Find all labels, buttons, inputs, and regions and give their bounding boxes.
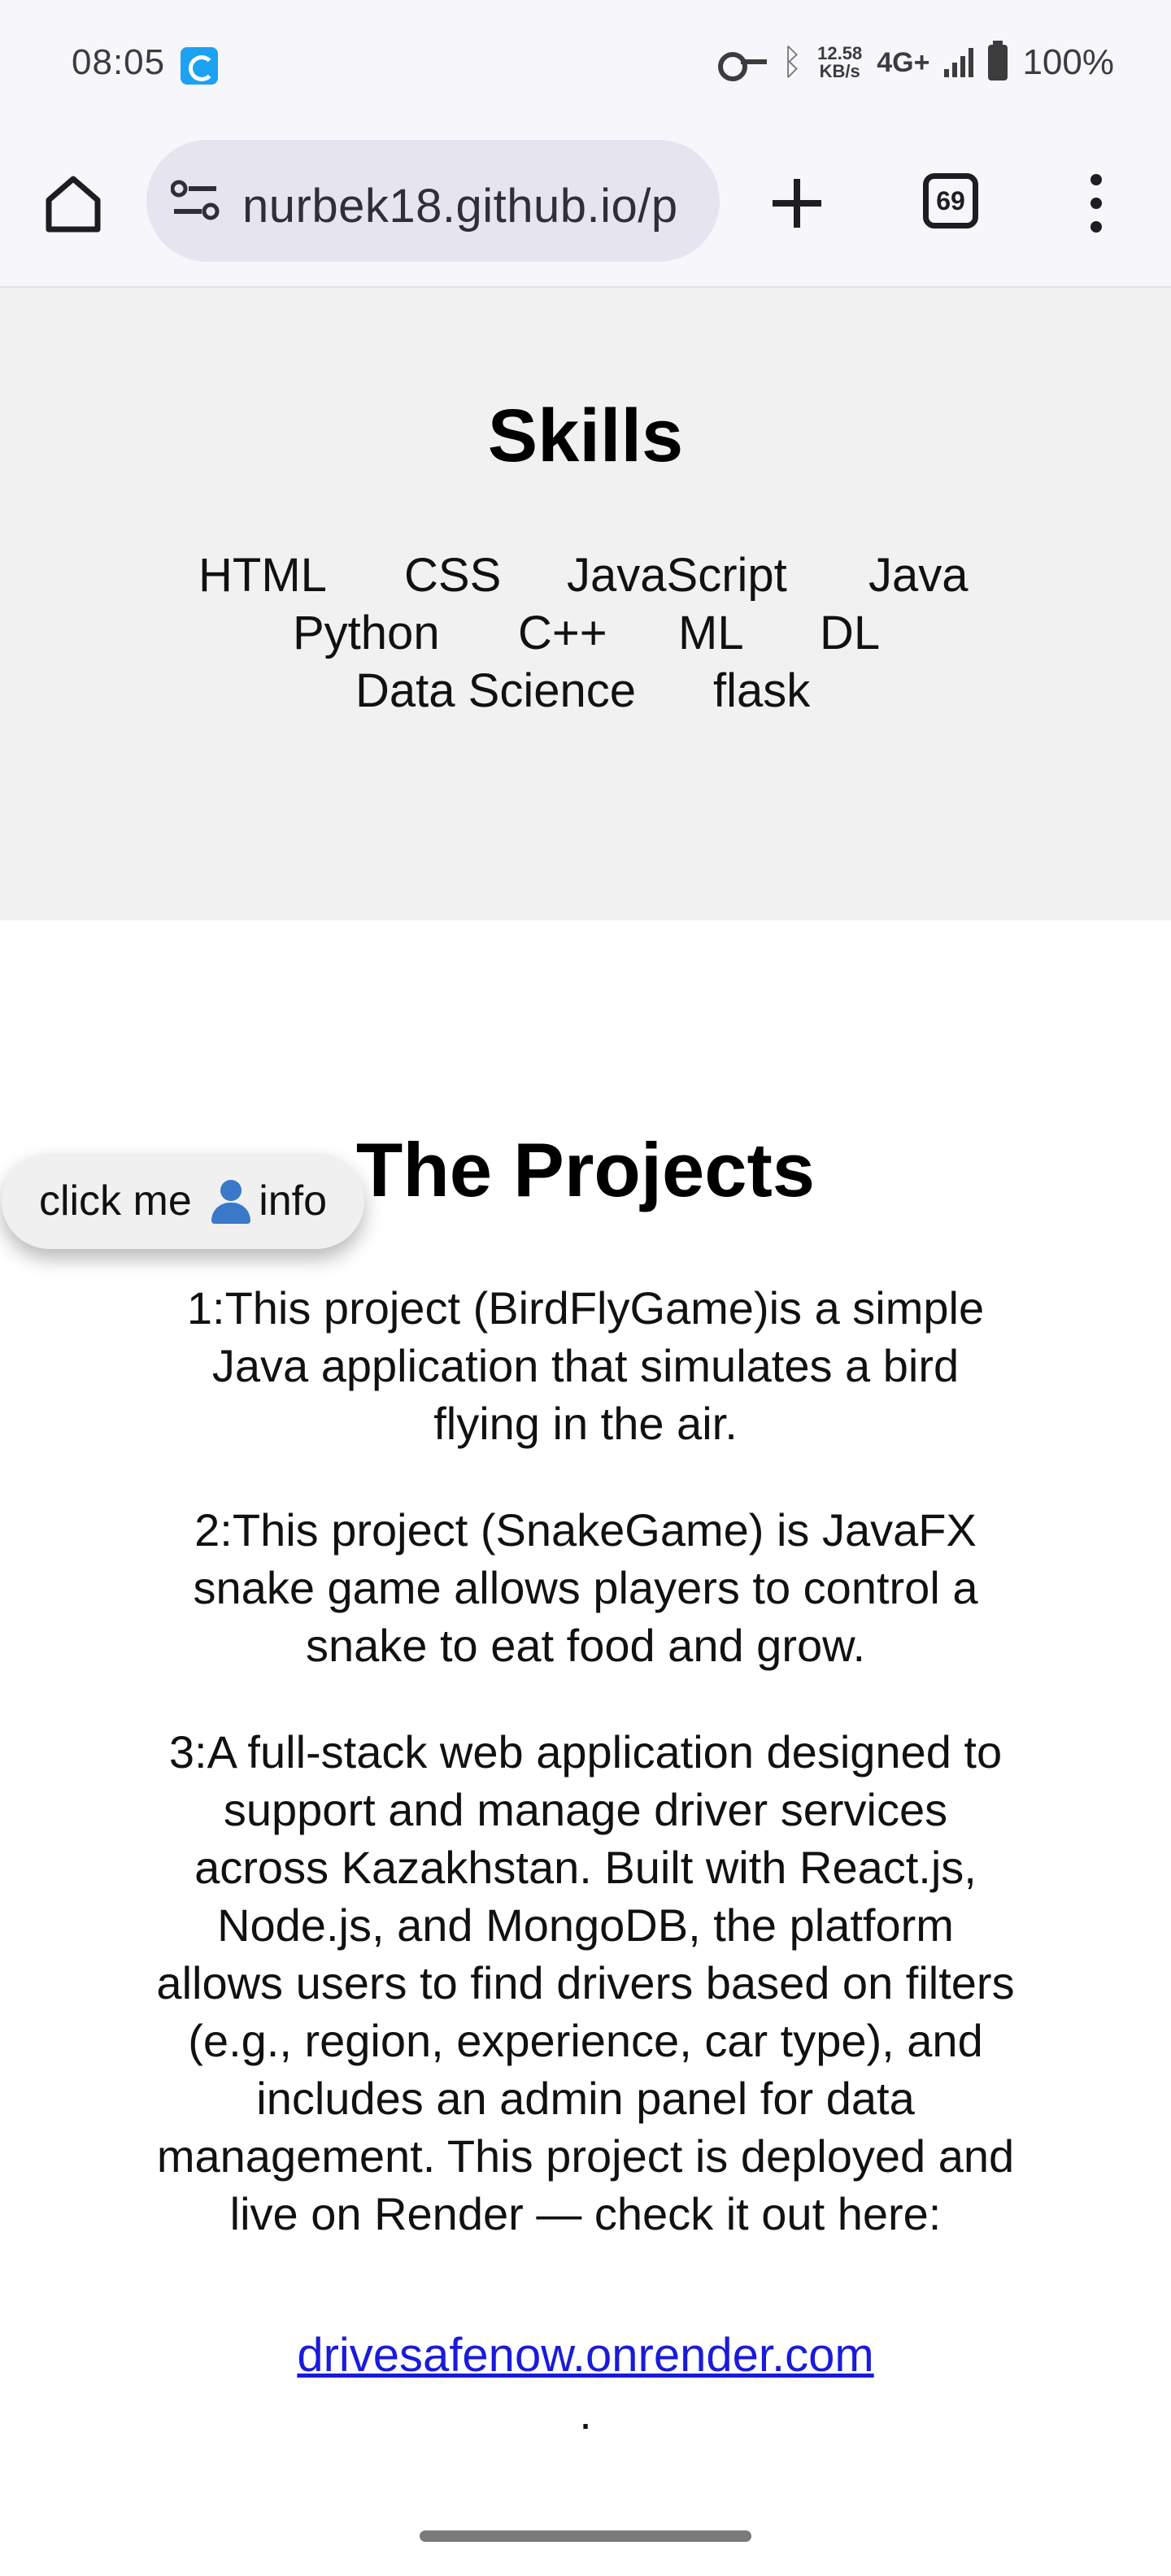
person-icon — [208, 1178, 254, 1224]
gesture-navigation-bar[interactable] — [420, 2530, 751, 2542]
project-live-link[interactable]: drivesafenow.onrender.com — [0, 2328, 1171, 2382]
tab-switcher-button[interactable]: 69 — [923, 173, 978, 228]
menu-dot-icon — [1090, 198, 1102, 209]
browser-toolbar: nurbek18.github.io/p 69 — [0, 130, 1171, 288]
home-icon — [46, 176, 101, 233]
skills-section: Skills HTML CSS JavaScript Java Python C… — [0, 288, 1171, 920]
signal-icon — [944, 48, 974, 77]
home-button[interactable] — [41, 171, 106, 236]
network-type: 4G+ — [877, 46, 930, 78]
plus-icon — [773, 179, 821, 228]
status-indicators: ᛒ 12.58 KB/s 4G+ 100% — [717, 41, 1114, 83]
trailing-period: . — [579, 2387, 592, 2439]
skill-item: DL — [820, 607, 881, 659]
app-notification-icon — [181, 47, 218, 85]
battery-icon — [988, 41, 1008, 80]
status-time: 08:05 — [72, 42, 166, 82]
battery-level: 100% — [1022, 42, 1114, 82]
skill-item: ML — [678, 607, 744, 659]
url-text[interactable]: nurbek18.github.io/p — [242, 179, 678, 233]
bluetooth-icon: ᛒ — [781, 42, 803, 82]
site-settings-icon[interactable] — [171, 177, 220, 223]
network-speed: 12.58 KB/s — [817, 45, 862, 80]
project-description: 3:A full-stack web application designed … — [156, 1726, 1015, 2239]
network-speed-unit: KB/s — [819, 61, 860, 81]
skill-item: HTML — [198, 549, 327, 602]
project-description: 1:This project (BirdFlyGame)is a simple … — [186, 1282, 985, 1449]
project-description: 2:This project (SnakeGame) is JavaFX sna… — [193, 1504, 978, 1671]
new-tab-button[interactable] — [764, 171, 829, 236]
menu-dot-icon — [1090, 221, 1102, 233]
menu-dot-icon — [1090, 174, 1102, 185]
skill-item: flask — [713, 664, 811, 717]
network-speed-value: 12.58 — [817, 43, 863, 63]
skill-item: CSS — [404, 549, 502, 602]
vpn-key-icon — [717, 50, 767, 81]
skill-item: Python — [293, 607, 440, 659]
skill-item: JavaScript — [567, 549, 787, 602]
more-menu-button[interactable] — [1077, 171, 1117, 236]
skill-item: Data Science — [355, 664, 636, 717]
info-button-label-prefix: click me — [38, 1177, 204, 1225]
info-button[interactable]: click me info — [2, 1153, 364, 1249]
skill-item: Java — [868, 549, 969, 602]
status-bar: 08:05 ᛒ 12.58 KB/s 4G+ 100% — [0, 0, 1171, 130]
skill-item: C++ — [518, 607, 607, 659]
info-button-label-suffix: info — [259, 1177, 328, 1225]
address-bar[interactable]: nurbek18.github.io/p — [146, 140, 720, 262]
skills-title: Skills — [487, 394, 684, 477]
